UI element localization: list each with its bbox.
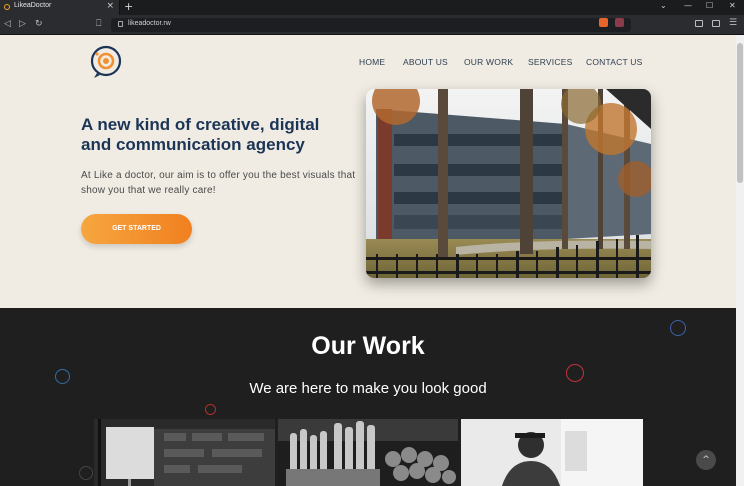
- browser-tab-bar: LikeaDoctor × + ⌄ — ☐ ✕: [0, 0, 744, 15]
- page-scrollbar[interactable]: [736, 35, 744, 486]
- decor-bubble: [79, 466, 93, 480]
- hero-building-image: [366, 89, 651, 278]
- maximize-button[interactable]: ☐: [706, 1, 713, 10]
- webpage: HOME ABOUT US OUR WORK SERVICES CONTACT …: [0, 35, 736, 486]
- nav-home[interactable]: HOME: [359, 57, 385, 67]
- brave-shield-icon[interactable]: [599, 18, 608, 27]
- our-work-title: Our Work: [311, 332, 425, 360]
- browser-menu-button[interactable]: ☰: [729, 18, 737, 28]
- tab-title: LikeaDoctor: [14, 2, 52, 9]
- hero-section: HOME ABOUT US OUR WORK SERVICES CONTACT …: [0, 35, 736, 308]
- hero-description: At Like a doctor, our aim is to offer yo…: [81, 170, 356, 196]
- tab-search-button[interactable]: ⌄: [660, 1, 667, 10]
- address-url[interactable]: likeadoctor.rw: [128, 20, 171, 27]
- scroll-to-top-button[interactable]: ^: [696, 450, 716, 470]
- our-work-section: Our Work We are here to make you look go…: [0, 308, 736, 486]
- forward-button[interactable]: ▷: [19, 19, 26, 29]
- work-thumbnail-bread[interactable]: [278, 419, 458, 486]
- tab-close-button[interactable]: ×: [106, 1, 114, 11]
- address-bar[interactable]: likeadoctor.rw: [111, 18, 631, 32]
- nav-about-us[interactable]: ABOUT US: [403, 57, 448, 67]
- work-thumbnail-person[interactable]: [461, 419, 643, 486]
- our-work-subtitle: We are here to make you look good: [249, 380, 487, 397]
- back-button[interactable]: ◁: [4, 19, 11, 29]
- playlist-icon[interactable]: [695, 20, 703, 27]
- nav-our-work[interactable]: OUR WORK: [464, 57, 513, 67]
- decor-bubble: [205, 404, 216, 415]
- favicon-icon: [4, 4, 10, 10]
- get-started-button[interactable]: GET STARTED: [81, 214, 192, 244]
- work-thumbnail-lamp[interactable]: [94, 419, 275, 486]
- scrollbar-thumb[interactable]: [737, 43, 743, 183]
- new-tab-button[interactable]: +: [124, 0, 133, 13]
- browser-tab[interactable]: LikeaDoctor ×: [0, 0, 120, 15]
- logo-icon[interactable]: [89, 45, 123, 79]
- bookmark-button[interactable]: ⎕: [96, 19, 101, 29]
- minimize-button[interactable]: —: [684, 1, 692, 10]
- browser-toolbar: ◁ ▷ ↻ ⎕ likeadoctor.rw ☰: [0, 15, 744, 35]
- lock-icon: [118, 21, 123, 27]
- wallet-icon[interactable]: [712, 20, 720, 27]
- nav-contact-us[interactable]: CONTACT US: [586, 57, 642, 67]
- reload-button[interactable]: ↻: [35, 19, 43, 29]
- close-window-button[interactable]: ✕: [729, 1, 736, 10]
- hero-title: A new kind of creative, digital and comm…: [81, 115, 320, 154]
- brave-rewards-icon[interactable]: [615, 18, 624, 27]
- nav-services[interactable]: SERVICES: [528, 57, 572, 67]
